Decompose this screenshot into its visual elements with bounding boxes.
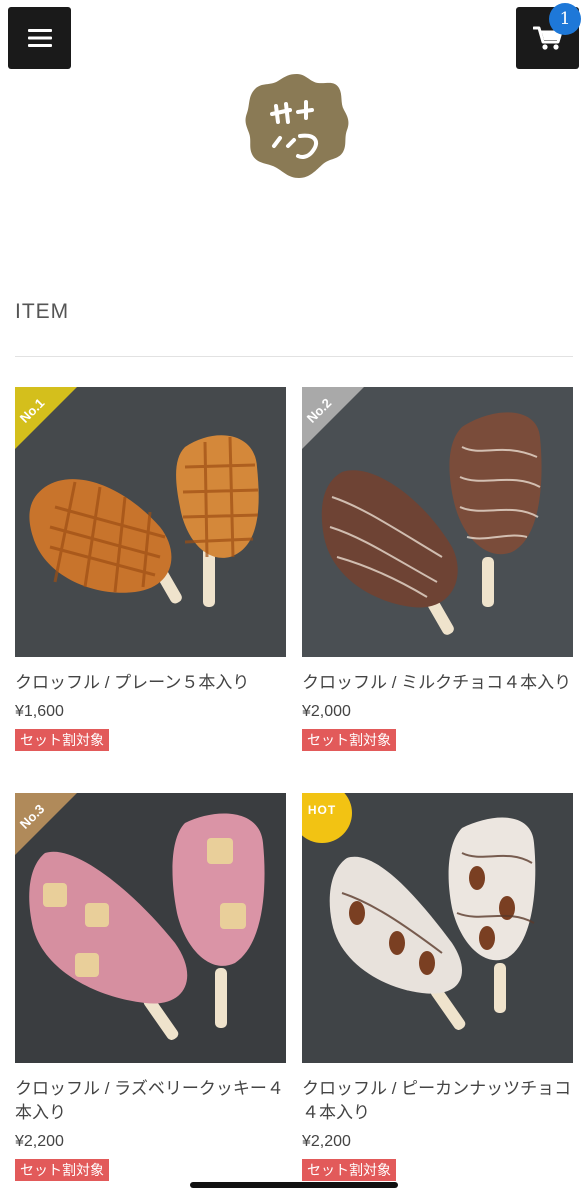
- discount-tag: セット割対象: [302, 1159, 396, 1181]
- menu-button[interactable]: [8, 7, 71, 69]
- hot-badge: [302, 793, 352, 843]
- product-price: ¥1,600: [15, 703, 64, 720]
- product-name[interactable]: クロッフル / ミルクチョコ４本入り: [302, 671, 573, 695]
- product-name[interactable]: クロッフル / ラズベリークッキー４本入り: [15, 1077, 286, 1125]
- product-image[interactable]: HOT: [302, 793, 573, 1063]
- discount-tag: セット割対象: [15, 729, 109, 751]
- product-image[interactable]: No.2: [302, 387, 573, 657]
- section-title: ITEM: [15, 300, 70, 323]
- home-indicator[interactable]: [190, 1182, 398, 1188]
- product-name[interactable]: クロッフル / プレーン５本入り: [15, 671, 286, 695]
- cart-count-badge: 1: [549, 3, 581, 35]
- product-card[interactable]: No.2 クロッフル / ミルクチョコ４本入り ¥2,000 セット割対象: [302, 387, 573, 751]
- hot-badge-label: HOT: [307, 803, 337, 817]
- product-price: ¥2,000: [302, 703, 351, 720]
- product-image[interactable]: No.3: [15, 793, 286, 1063]
- discount-tag: セット割対象: [302, 729, 396, 751]
- product-name[interactable]: クロッフル / ピーカンナッツチョコ４本入り: [302, 1077, 573, 1125]
- product-price: ¥2,200: [15, 1133, 64, 1150]
- product-card[interactable]: No.1 クロッフル / プレーン５本入り ¥1,600 セット割対象: [15, 387, 286, 751]
- section-divider: [15, 356, 573, 357]
- product-card[interactable]: HOT クロッフル / ピーカンナッツチョコ４本入り ¥2,200 セット割対象: [302, 793, 573, 1181]
- discount-tag: セット割対象: [15, 1159, 109, 1181]
- hamburger-menu-icon: [27, 29, 52, 47]
- brand-logo: [245, 74, 349, 178]
- product-price: ¥2,200: [302, 1133, 351, 1150]
- product-card[interactable]: No.3 クロッフル / ラズベリークッキー４本入り ¥2,200 セット割対象: [15, 793, 286, 1181]
- product-image[interactable]: No.1: [15, 387, 286, 657]
